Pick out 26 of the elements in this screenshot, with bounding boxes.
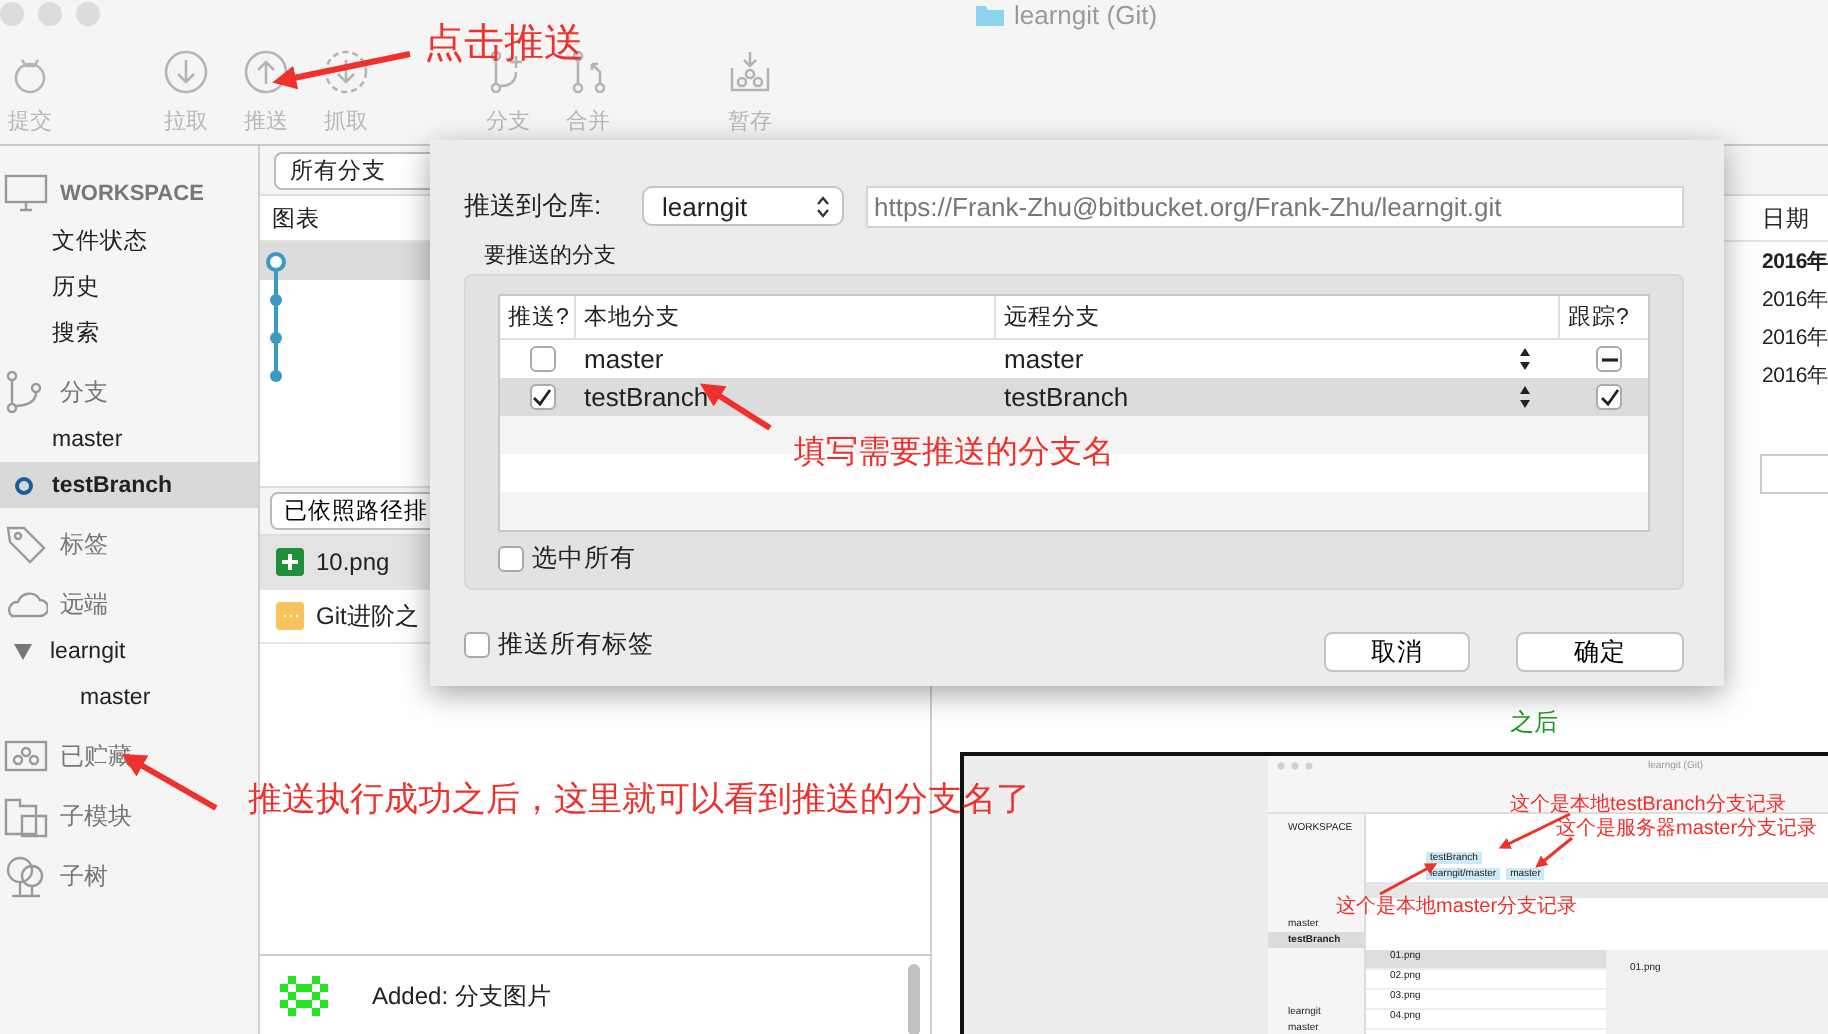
table-cell: 2016年 [1762,247,1828,275]
column-header: 图表 [272,205,320,233]
checkbox-label: 推送所有标签 [498,627,654,661]
table-cell: master [1004,344,1084,374]
annotation-text: 填写需要推送的分支名 [794,433,1114,474]
table-cell: testBranch [584,382,709,412]
annotation-text: 这个是本地testBranch分支记录 [1510,791,1786,817]
checkbox-label: 选中所有 [532,542,636,576]
annotation-text: 这个是服务器master分支记录 [1556,815,1818,842]
table-cell: 2016年 [1762,361,1828,389]
column-header: 本地分支 [576,296,996,338]
field-label: 推送到仓库: [464,188,604,224]
commit-message: Added: 分支图片 [372,980,551,1014]
table-cell: testBranch [1004,382,1129,412]
annotation-text: 这个是本地master分支记录 [1336,893,1578,920]
column-header: 推送? [500,296,576,338]
window-title: learngit (Git) [1014,0,1158,30]
group-title: 要推送的分支 [484,242,618,270]
table-cell: master [584,344,664,374]
annotation-text: 点击推送 [424,20,584,70]
table-cell: 2016年 [1762,285,1828,313]
column-header: 远程分支 [996,296,1560,338]
column-header: 日期 [1762,205,1810,233]
table-cell: 2016年 [1762,323,1828,351]
column-header: 跟踪? [1566,303,1631,334]
caption-text: 之后 [1510,708,1558,736]
